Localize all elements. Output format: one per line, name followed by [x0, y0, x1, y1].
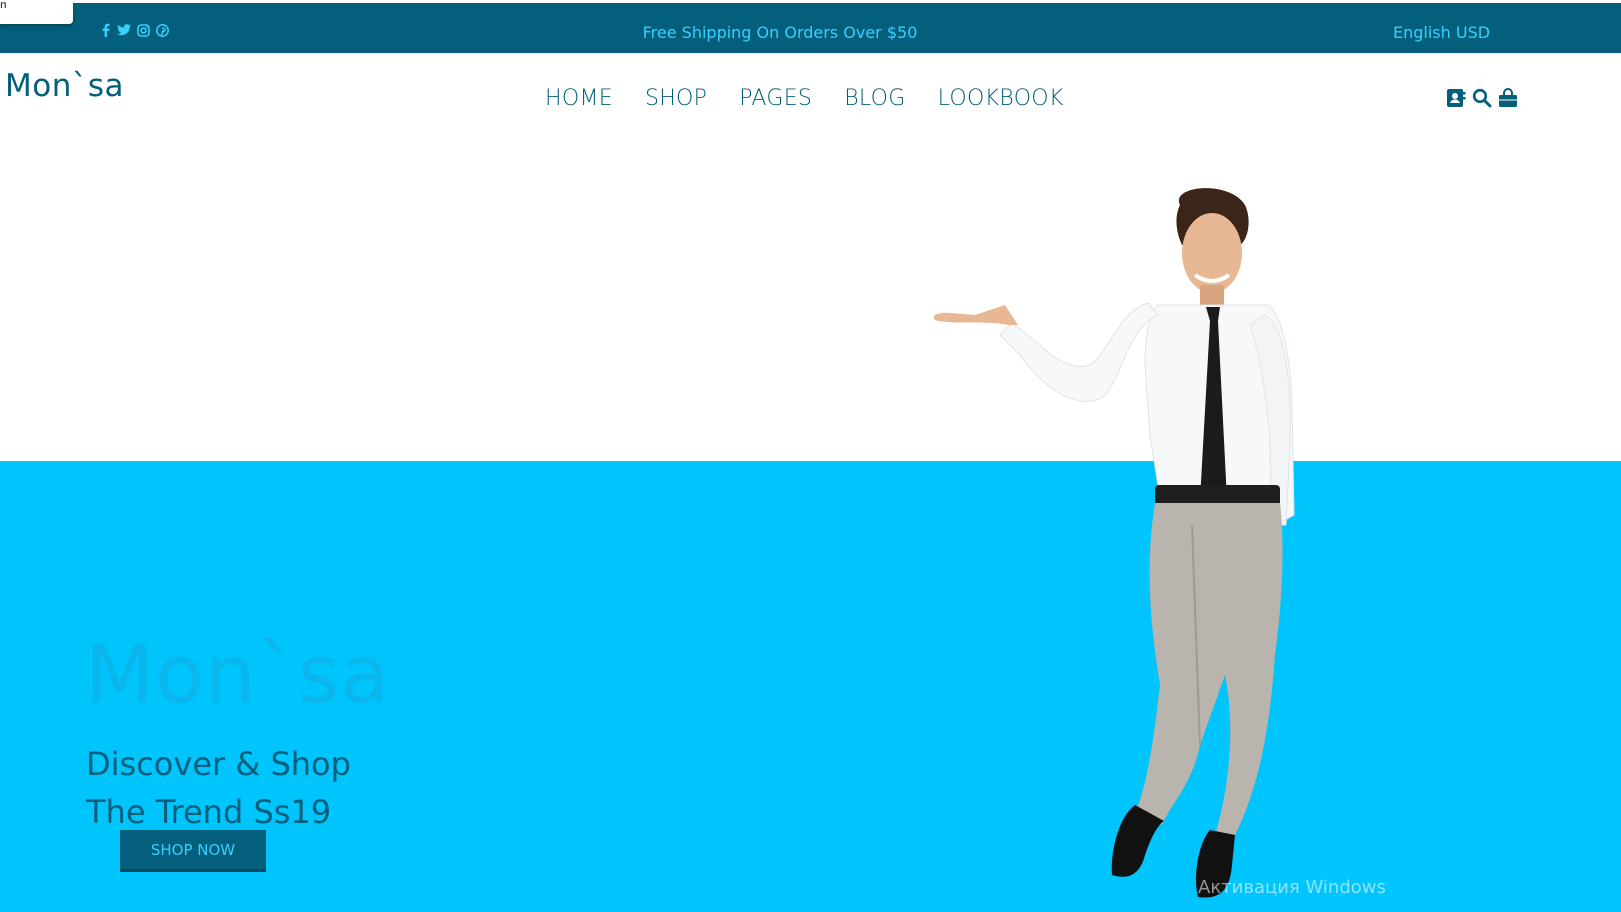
shopping-bag-icon[interactable]	[1497, 87, 1519, 109]
search-icon[interactable]	[1471, 87, 1493, 109]
nav-home[interactable]: HOME	[545, 86, 613, 111]
top-announcement-bar: Free Shipping On Orders Over $50 English…	[0, 3, 1621, 53]
hero-headline-line-1: Discover & Shop	[86, 745, 351, 783]
windows-activation-watermark: Активация Windows	[1198, 877, 1386, 898]
language-currency-selector[interactable]: English USD	[1393, 22, 1490, 44]
nav-pages[interactable]: PAGES	[739, 86, 812, 111]
pinterest-icon[interactable]	[155, 23, 169, 37]
instagram-icon[interactable]	[136, 23, 150, 37]
nav-lookbook[interactable]: LOOKBOOK	[938, 86, 1064, 111]
hero-model-image	[933, 188, 1295, 898]
nav-shop[interactable]: SHOP	[645, 86, 707, 111]
main-navigation: HOME SHOP PAGES BLOG LOOKBOOK	[545, 86, 1064, 111]
hero-headline: Discover & Shop The Trend Ss19	[86, 740, 351, 836]
twitter-icon[interactable]	[117, 23, 131, 37]
hero-headline-line-2: The Trend Ss19	[86, 793, 332, 831]
header-actions	[1445, 87, 1519, 109]
popup-tab[interactable]: п	[0, 0, 73, 24]
popup-tab-label: п	[0, 0, 7, 11]
shop-now-button[interactable]: SHOP NOW	[120, 830, 266, 872]
account-icon[interactable]	[1445, 87, 1467, 109]
page: Free Shipping On Orders Over $50 English…	[0, 0, 1621, 912]
social-links	[98, 23, 169, 37]
site-logo[interactable]: Mon`sa	[5, 68, 124, 104]
facebook-icon[interactable]	[98, 23, 112, 37]
free-shipping-announcement: Free Shipping On Orders Over $50	[642, 23, 918, 42]
hero-brand-watermark: Mon`sa	[85, 628, 391, 721]
nav-blog[interactable]: BLOG	[844, 86, 905, 111]
